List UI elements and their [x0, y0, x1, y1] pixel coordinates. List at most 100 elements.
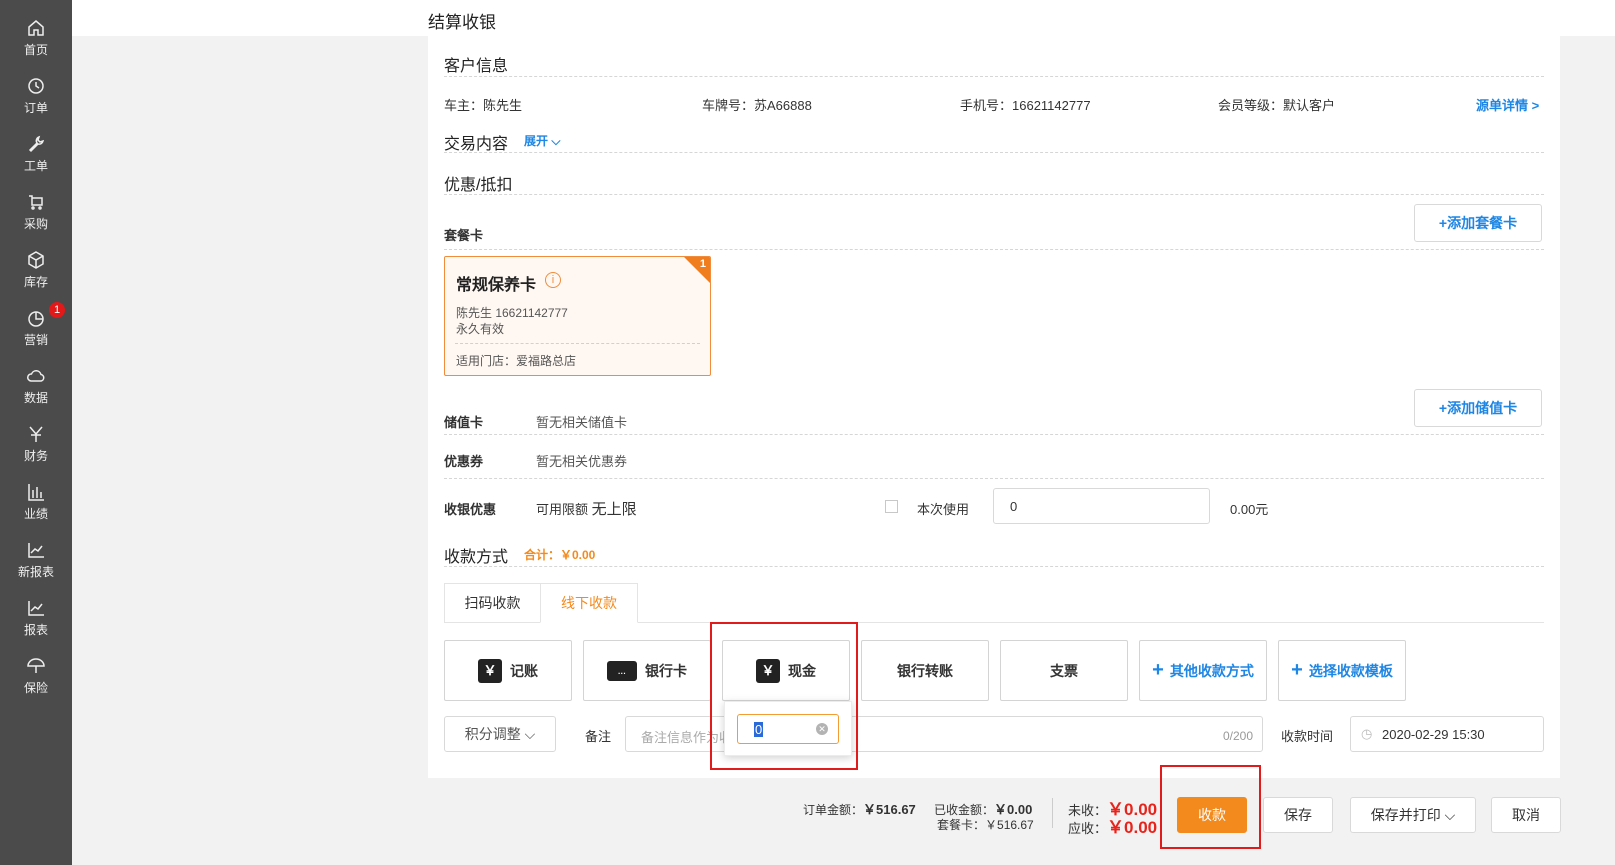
sidebar-item-label: 库存: [23, 275, 48, 289]
sidebar-item-inventory[interactable]: 库存: [0, 238, 72, 296]
package-amount: 套餐卡：￥516.67: [937, 816, 1034, 833]
payment-total: 合计：￥0.00: [524, 548, 596, 562]
tab-scan-payment[interactable]: 扫码收款: [444, 583, 541, 623]
divider: [444, 478, 1544, 479]
other-payment-methods-button[interactable]: + 其他收款方式: [1139, 640, 1267, 701]
cancel-button[interactable]: 取消: [1491, 797, 1561, 833]
bar-chart-icon: [28, 484, 44, 501]
notification-badge: 1: [49, 302, 65, 318]
phone-number: 手机号：16621142777: [960, 98, 1091, 113]
stored-card-value: 暂无相关储值卡: [536, 415, 628, 430]
chevron-down-icon: ⌵: [520, 726, 536, 742]
remark-char-count: 0/200: [1222, 729, 1253, 743]
method-accounting-button[interactable]: ￥ 记账: [444, 640, 572, 701]
divider: [444, 249, 1544, 250]
card-validity: 永久有效: [456, 322, 505, 336]
expand-toggle[interactable]: 展开 ⌵: [524, 132, 560, 149]
plus-icon: +: [1291, 659, 1303, 681]
method-label: 其他收款方式: [1169, 662, 1254, 679]
due-amount: 应收：￥0.00: [1068, 813, 1157, 838]
add-package-card-button[interactable]: +添加套餐卡: [1414, 204, 1542, 242]
highlight-box-cash: [710, 622, 858, 770]
chevron-down-icon: ⌵: [548, 134, 561, 148]
sidebar-item-label: 工单: [23, 159, 48, 173]
stored-card-label: 储值卡: [444, 415, 484, 430]
payment-time-label: 收款时间: [1281, 729, 1334, 744]
method-bank-transfer-button[interactable]: 银行转账: [861, 640, 989, 701]
method-check-button[interactable]: 支票: [1000, 640, 1128, 701]
sidebar-item-workorder[interactable]: 工单: [0, 122, 72, 180]
sidebar-item-orders[interactable]: 订单: [0, 64, 72, 122]
add-package-label: 添加套餐卡: [1447, 215, 1518, 231]
add-stored-label: 添加储值卡: [1447, 400, 1518, 416]
sidebar-item-label: 财务: [23, 449, 48, 463]
member-level: 会员等级：默认客户: [1218, 98, 1336, 113]
card-corner-ribbon: [684, 257, 710, 283]
package-amount-label: 套餐卡：: [937, 818, 986, 832]
discount-amount-input[interactable]: 0: [993, 488, 1210, 524]
limit-prefix: 可用限额: [536, 502, 589, 517]
package-card[interactable]: 1 常规保养卡 i 陈先生 16621142777 永久有效 适用门店：爱福路总…: [444, 256, 711, 376]
discount-section-title: 优惠/抵扣: [444, 177, 513, 194]
save-print-label: 保存并打印: [1370, 807, 1441, 823]
sidebar-item-home[interactable]: 首页: [0, 6, 72, 64]
footer-divider: [1052, 798, 1053, 828]
method-label: 银行转账: [897, 662, 953, 679]
divider: [444, 152, 1544, 153]
remark-label: 备注: [585, 729, 612, 744]
pie-icon: [28, 311, 44, 327]
line-chart-icon: [28, 601, 44, 616]
divider: [444, 566, 1544, 567]
card-store: 适用门店：爱福路总店: [456, 354, 577, 368]
sidebar-item-label: 数据: [23, 391, 48, 405]
sidebar-item-label: 营销: [23, 333, 48, 347]
sidebar-item-performance[interactable]: 业绩: [0, 470, 72, 528]
cart-icon: [29, 195, 43, 210]
payment-time-input[interactable]: ◷ 2020-02-29 15:30: [1350, 716, 1544, 752]
limit-value: 无上限: [591, 501, 637, 518]
divider: [444, 194, 1544, 195]
sidebar-item-marketing[interactable]: 营销 1: [0, 296, 72, 354]
order-detail-link[interactable]: 源单详情 >: [1476, 95, 1539, 114]
sidebar-item-insurance[interactable]: 保险: [0, 644, 72, 702]
divider: [444, 76, 1544, 77]
sidebar-item-report[interactable]: 报表: [0, 586, 72, 644]
select-payment-template-button[interactable]: + 选择收款模板: [1278, 640, 1406, 701]
customer-section-title: 客户信息: [444, 58, 509, 75]
card-divider: [455, 343, 700, 344]
box-icon: [28, 251, 44, 269]
payment-time-value: 2020-02-29 15:30: [1382, 727, 1485, 742]
sidebar-item-finance[interactable]: 财务: [0, 412, 72, 470]
coupon-label: 优惠券: [444, 454, 484, 469]
highlight-box-collect: [1160, 765, 1261, 849]
sidebar-item-label: 新报表: [17, 565, 54, 579]
points-adjust-label: 积分调整: [464, 726, 521, 742]
plus-icon: +: [1438, 400, 1448, 416]
cashier-discount-label: 收银优惠: [444, 502, 497, 517]
sidebar-item-label: 保险: [23, 681, 48, 695]
card-count-badge: 1: [699, 258, 706, 270]
package-amount-value: ￥516.67: [985, 818, 1034, 832]
sidebar-item-data[interactable]: 数据: [0, 354, 72, 412]
sidebar-item-new-report[interactable]: 新报表: [0, 528, 72, 586]
umbrella-icon: [27, 658, 45, 673]
info-icon[interactable]: i: [545, 272, 561, 288]
sidebar-item-label: 业绩: [23, 507, 48, 521]
expand-label: 展开: [524, 134, 549, 148]
method-bank-card-button[interactable]: ··· 银行卡: [583, 640, 711, 701]
method-label: 选择收款模板: [1308, 662, 1393, 679]
tab-offline-payment[interactable]: 线下收款: [540, 583, 638, 623]
page-title: 结算收银: [428, 13, 496, 32]
save-and-print-dropdown[interactable]: 保存并打印 ⌵: [1350, 797, 1476, 833]
home-icon: [28, 20, 44, 36]
payment-section-title: 收款方式: [444, 549, 509, 566]
save-button[interactable]: 保存: [1263, 797, 1333, 833]
sidebar-item-purchase[interactable]: 采购: [0, 180, 72, 238]
order-amount-label: 订单金额：: [803, 803, 864, 817]
use-discount-checkbox[interactable]: [885, 500, 898, 513]
points-adjust-dropdown[interactable]: 积分调整 ⌵: [444, 716, 556, 752]
add-stored-card-button[interactable]: +添加储值卡: [1414, 389, 1542, 427]
sidebar: 首页 订单 工单 采购 库存 营销 1 数据 财务 业绩 新报表 报表 保险: [0, 0, 72, 865]
yen-icon: ￥: [478, 658, 502, 683]
received-amount-value: ￥0.00: [994, 802, 1033, 817]
